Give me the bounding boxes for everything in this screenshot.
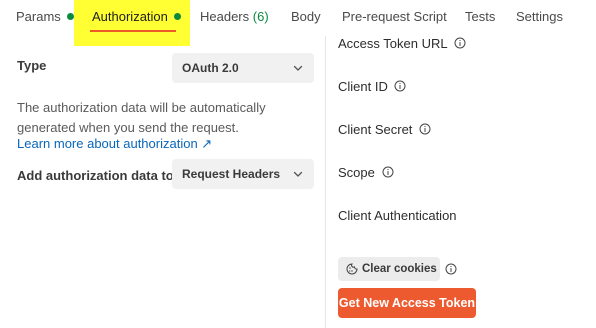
add-auth-data-to-select[interactable]: Request Headers	[172, 159, 314, 189]
info-icon[interactable]	[382, 166, 394, 178]
tab-params[interactable]: Params	[16, 0, 74, 34]
client-authentication-label: Client Authentication	[338, 208, 457, 223]
info-icon[interactable]	[445, 263, 457, 275]
info-icon[interactable]	[419, 123, 431, 135]
get-new-access-token-label: Get New Access Token	[338, 296, 476, 310]
request-tabs: Params Authorization Headers (6) Body Pr…	[0, 0, 596, 46]
client-id-text: Client ID	[338, 79, 388, 94]
tab-settings-label: Settings	[516, 9, 563, 24]
add-auth-data-to-value: Request Headers	[182, 167, 281, 181]
tab-tests[interactable]: Tests	[465, 0, 495, 34]
tab-headers-label: Headers	[200, 9, 250, 24]
tab-params-label: Params	[16, 9, 61, 24]
client-secret-label: Client Secret	[338, 122, 431, 137]
auth-type-select[interactable]: OAuth 2.0	[172, 53, 314, 83]
panel-divider	[325, 36, 326, 328]
headers-count: (6)	[252, 9, 269, 24]
access-token-url-label: Access Token URL	[338, 36, 466, 51]
active-tab-underline	[90, 30, 176, 32]
get-new-access-token-button[interactable]: Get New Access Token	[338, 288, 476, 318]
tab-authorization-label: Authorization	[92, 9, 168, 24]
tab-body[interactable]: Body	[291, 0, 321, 34]
add-auth-data-to-label: Add authorization data to	[17, 168, 174, 183]
cookie-icon	[346, 263, 358, 275]
clear-cookies-label: Clear cookies	[362, 263, 437, 275]
info-icon[interactable]	[454, 37, 466, 49]
tab-prerequest-label: Pre-request Script	[342, 9, 447, 24]
params-status-dot	[66, 13, 74, 20]
scope-text: Scope	[338, 165, 375, 180]
clear-cookies-button[interactable]: Clear cookies	[338, 257, 440, 281]
authorization-status-dot	[173, 13, 181, 20]
chevron-down-icon	[293, 171, 303, 177]
client-secret-text: Client Secret	[338, 122, 413, 137]
tab-authorization[interactable]: Authorization	[92, 0, 181, 34]
tab-headers[interactable]: Headers (6)	[200, 0, 269, 34]
auth-description: The authorization data will be automatic…	[17, 100, 266, 135]
auth-type-value: OAuth 2.0	[182, 61, 239, 75]
chevron-down-icon	[293, 65, 303, 71]
access-token-url-text: Access Token URL	[338, 36, 448, 51]
client-id-label: Client ID	[338, 79, 406, 94]
tab-prerequest-script[interactable]: Pre-request Script	[342, 0, 447, 34]
info-icon[interactable]	[394, 80, 406, 92]
tab-tests-label: Tests	[465, 9, 496, 24]
tab-settings[interactable]: Settings	[516, 0, 563, 34]
type-label: Type	[17, 58, 47, 73]
tab-body-label: Body	[291, 9, 321, 24]
scope-label: Scope	[338, 165, 394, 180]
learn-more-authorization-link[interactable]: Learn more about authorization ↗	[17, 136, 212, 152]
